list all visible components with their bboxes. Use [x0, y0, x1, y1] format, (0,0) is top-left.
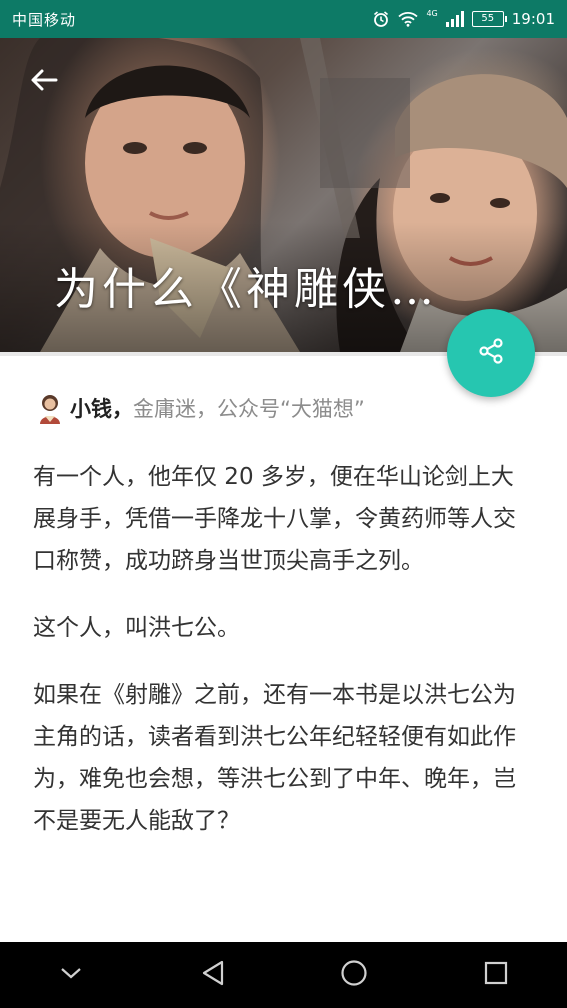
battery-indicator: 55: [471, 11, 507, 27]
author-bio: 金庸迷，公众号“大猫想”: [133, 397, 365, 421]
hero-image: 为什么《神雕侠…: [0, 38, 567, 352]
article-paragraph: 有一个人，他年仅 20 多岁，便在华山论剑上大展身手，凭借一手降龙十八掌，令黄药…: [33, 464, 516, 574]
triangle-back-icon: [200, 959, 226, 991]
article-paragraph: 如果在《射雕》之前，还有一本书是以洪七公为主角的话，读者看到洪七公年纪轻轻便有如…: [33, 682, 516, 834]
share-button[interactable]: [447, 309, 535, 397]
avatar[interactable]: [36, 392, 64, 424]
wifi-icon: [398, 11, 419, 27]
arrow-left-icon: [30, 68, 58, 96]
article-paragraph: 这个人，叫洪七公。: [33, 615, 240, 641]
nav-recents-button[interactable]: [466, 945, 526, 1005]
status-bar: 中国移动 4G 55 19:01: [0, 0, 567, 38]
back-button[interactable]: [22, 64, 66, 100]
alarm-icon: [372, 10, 390, 28]
system-nav-bar: [0, 942, 567, 1008]
share-icon: [476, 336, 506, 370]
network-type-label: 4G: [426, 8, 438, 18]
author-line: 小钱， 金庸迷，公众号“大猫想”: [36, 392, 365, 424]
square-recents-icon: [483, 960, 509, 990]
author-name[interactable]: 小钱，: [70, 393, 133, 423]
clock-label: 19:01: [511, 10, 555, 28]
status-icons: 4G 55 19:01: [372, 8, 555, 28]
signal-icon: [445, 11, 464, 27]
circle-home-icon: [340, 959, 368, 991]
article-body: 有一个人，他年仅 20 多岁，便在华山论剑上大展身手，凭借一手降龙十八掌，令黄药…: [33, 456, 535, 867]
article-title: 为什么《神雕侠…: [54, 264, 438, 315]
nav-back-button[interactable]: [183, 945, 243, 1005]
chevron-down-icon: [59, 965, 83, 985]
carrier-label: 中国移动: [12, 10, 77, 29]
nav-collapse-button[interactable]: [41, 945, 101, 1005]
nav-home-button[interactable]: [324, 945, 384, 1005]
